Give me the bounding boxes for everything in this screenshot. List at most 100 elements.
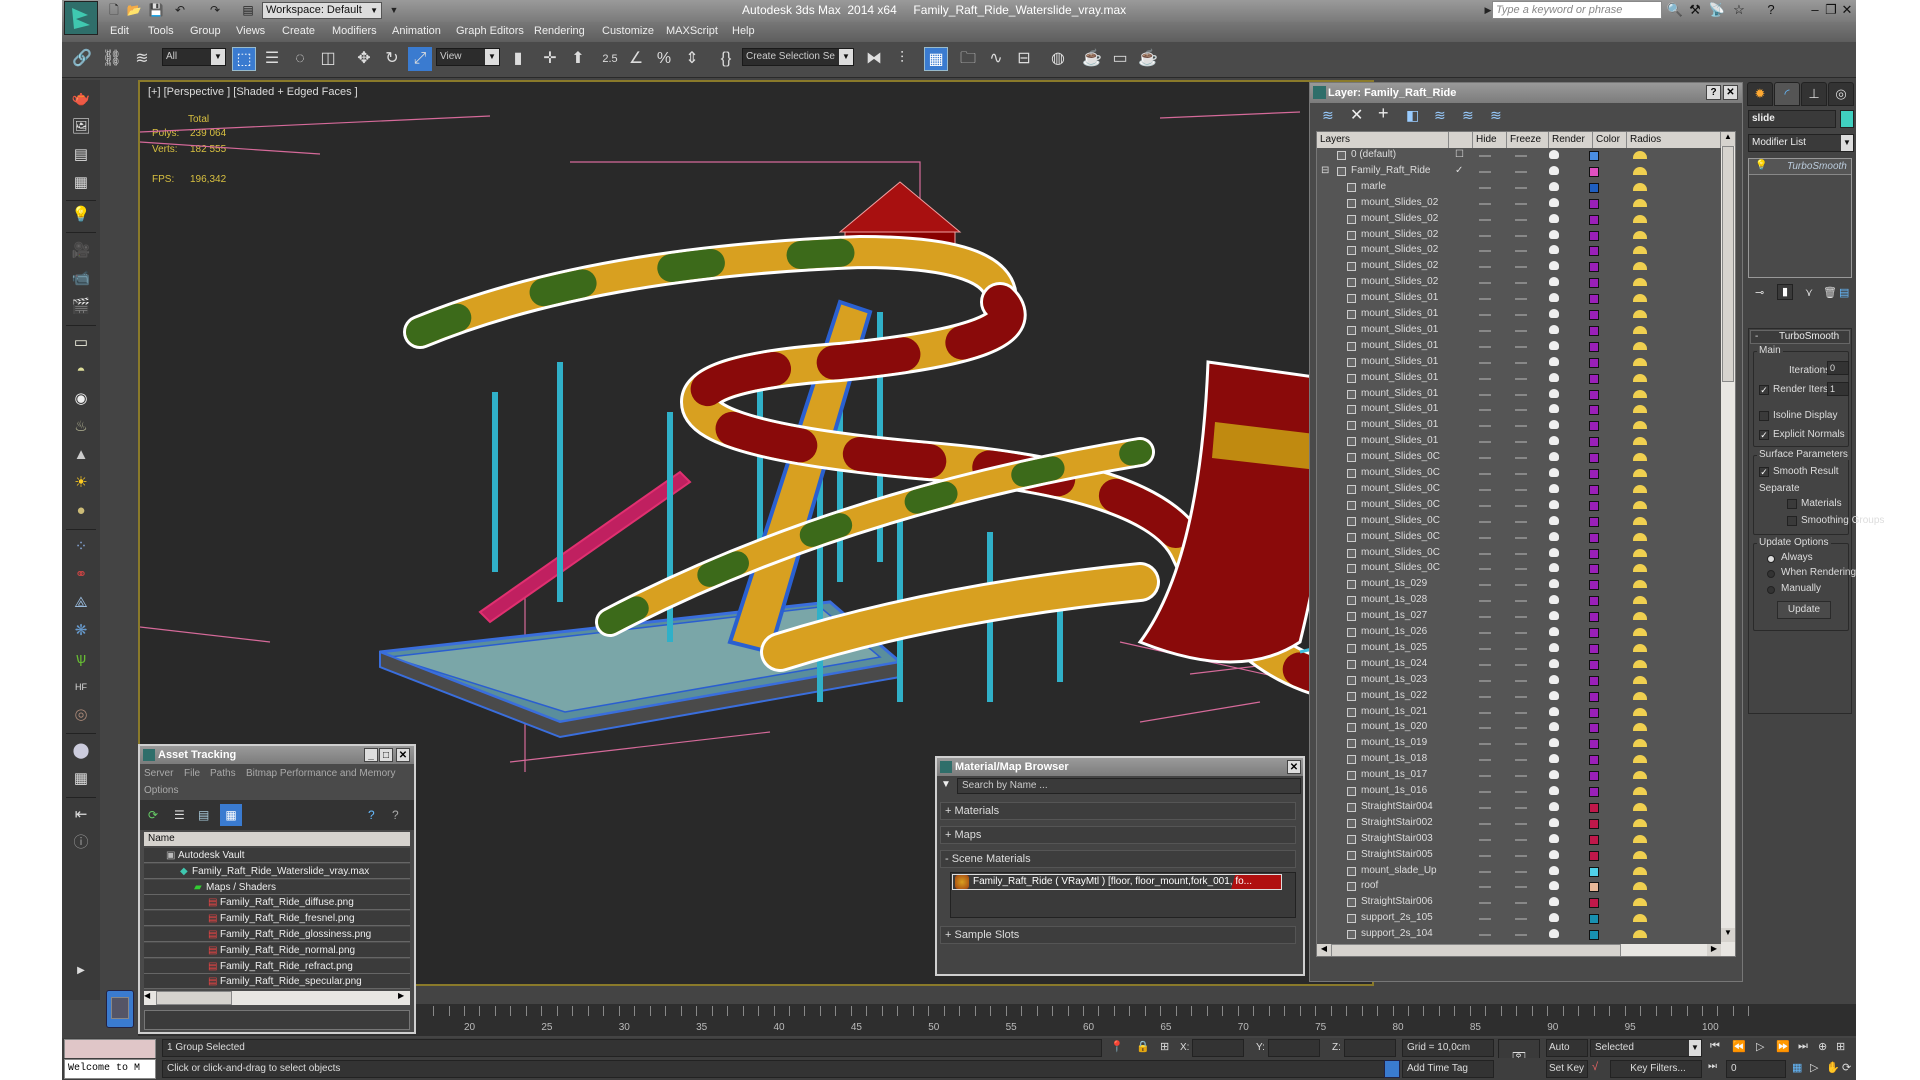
hide-toggle[interactable] (1479, 345, 1491, 348)
sun-icon[interactable]: ☀ (70, 472, 92, 494)
communication-center-icon[interactable]: 📡 (1708, 2, 1726, 18)
layer-row[interactable]: mount_Slides_01 (1317, 339, 1721, 355)
vault-help-icon[interactable]: ? (368, 808, 375, 822)
radiosity-icon[interactable] (1633, 612, 1647, 621)
radiosity-icon[interactable] (1633, 914, 1647, 923)
lock-selection-icon[interactable]: 🔒 (1136, 1040, 1150, 1053)
asset-row[interactable]: ▤ Family_Raft_Ride_fresnel.png (144, 911, 410, 927)
subscription-icon[interactable]: ⚒ (1686, 2, 1704, 18)
hide-toggle[interactable] (1479, 393, 1491, 396)
h-scrollbar-thumb[interactable] (156, 991, 232, 1005)
undo-icon[interactable]: ↶ (172, 3, 188, 17)
freeze-toggle[interactable] (1515, 186, 1527, 189)
named-selection-dropdown[interactable]: Create Selection Se ▼ (742, 48, 854, 66)
hierarchy-tab-icon[interactable]: ⊥ (1801, 82, 1827, 106)
layer-row[interactable]: mount_1s_021 (1317, 705, 1721, 721)
freeze-toggle[interactable] (1515, 314, 1527, 316)
goto-start-icon[interactable]: ⏮ (1710, 1040, 1720, 1053)
object-name-field[interactable]: slide (1748, 110, 1836, 128)
radiosity-icon[interactable] (1633, 437, 1647, 446)
freeze-toggle[interactable] (1515, 775, 1527, 778)
layer-color-swatch[interactable] (1589, 850, 1599, 861)
render-teapot-icon[interactable] (1549, 420, 1559, 430)
absolute-mode-icon[interactable]: ⊞ (1160, 1040, 1169, 1053)
maxscript-mini-listener[interactable]: Welcome to M (64, 1059, 156, 1079)
render-teapot-icon[interactable] (1549, 293, 1559, 303)
radiosity-icon[interactable] (1633, 246, 1647, 255)
pan-view-icon[interactable]: ✋ (1826, 1061, 1840, 1074)
radiosity-icon[interactable] (1633, 548, 1647, 557)
render-teapot-icon[interactable] (1549, 579, 1559, 589)
selection-filter-dropdown[interactable]: All ▼ (162, 48, 226, 66)
hide-toggle[interactable] (1479, 457, 1491, 460)
snaps-toggle-icon[interactable]: 2.5 (598, 47, 622, 71)
goto-end-icon[interactable]: ⏭ (1798, 1040, 1808, 1053)
previous-frame-icon[interactable]: ⏪ (1732, 1040, 1746, 1053)
set-current-checkbox[interactable]: ☐ (1455, 149, 1464, 160)
maps-section[interactable]: + Maps (940, 826, 1296, 844)
hide-toggle[interactable] (1479, 902, 1491, 905)
layer-color-swatch[interactable] (1589, 659, 1599, 670)
customize-qat-icon[interactable]: ▼ (386, 3, 402, 17)
motion-tab-icon[interactable]: ◎ (1828, 82, 1854, 106)
pin-stack-icon[interactable]: ⊸ (1755, 286, 1764, 299)
freeze-toggle[interactable] (1515, 679, 1527, 682)
radiosity-icon[interactable] (1633, 564, 1647, 573)
layer-row[interactable]: mount_1s_020 (1317, 720, 1721, 736)
hide-toggle[interactable] (1479, 250, 1491, 253)
scene-explorer-icon[interactable]: 🗀 (956, 47, 980, 71)
freeze-toggle[interactable] (1515, 568, 1527, 571)
layer-row[interactable]: mount_Slides_0C (1317, 546, 1721, 562)
layer-color-swatch[interactable] (1589, 787, 1599, 797)
make-unique-icon[interactable]: ⋎ (1805, 286, 1813, 299)
render-teapot-icon[interactable] (1549, 436, 1559, 446)
render-teapot-icon[interactable] (1549, 611, 1559, 621)
hide-toggle[interactable] (1479, 329, 1491, 332)
layer-color-swatch[interactable] (1589, 325, 1599, 336)
layer-row[interactable]: mount_Slides_02 (1317, 196, 1721, 212)
stack-item-turbosmooth[interactable]: 💡 TurboSmooth (1749, 159, 1851, 175)
radiosity-icon[interactable] (1633, 580, 1647, 589)
layer-row[interactable]: ⊟ Family_Raft_Ride ✓ (1317, 164, 1721, 180)
hide-toggle[interactable] (1479, 568, 1491, 571)
render-teapot-icon[interactable] (1549, 515, 1559, 525)
curve-editor-icon[interactable]: ∿ (984, 47, 1008, 71)
layer-color-swatch[interactable] (1589, 739, 1599, 750)
radiosity-icon[interactable] (1633, 866, 1647, 875)
list-view-icon[interactable]: ☰ (174, 808, 185, 822)
radiosity-icon[interactable] (1633, 834, 1647, 843)
freeze-toggle[interactable] (1515, 488, 1527, 491)
y-coordinate-field[interactable] (1268, 1039, 1320, 1057)
spinner-snap-icon[interactable]: ⇕ (680, 47, 704, 71)
play-icon[interactable]: ▷ (1756, 1040, 1764, 1053)
render-teapot-icon[interactable] (1549, 324, 1559, 334)
layer-row[interactable]: mount_Slides_01 (1317, 291, 1721, 307)
layer-row[interactable]: mount_Slides_02 (1317, 275, 1721, 291)
scrollbar-thumb[interactable] (1722, 146, 1734, 382)
menu-tools[interactable]: Tools (148, 25, 174, 37)
asset-row[interactable]: ▤ Family_Raft_Ride_glossiness.png (144, 927, 410, 942)
name-column-header[interactable]: Name (144, 832, 410, 846)
render-iters-checkbox[interactable]: ✓ (1759, 385, 1769, 395)
orbit-icon[interactable]: ⟳ (1842, 1061, 1851, 1074)
layer-row[interactable]: mount_Slides_01 (1317, 402, 1721, 418)
menu-maxscript[interactable]: MAXScript (666, 25, 718, 37)
layer-color-swatch[interactable] (1589, 262, 1599, 273)
radiosity-icon[interactable] (1633, 532, 1647, 541)
layer-row[interactable]: mount_Slides_01 (1317, 355, 1721, 371)
explicit-normals-checkbox[interactable]: ✓ (1759, 430, 1769, 440)
import-icon[interactable]: ⇤ (70, 804, 92, 826)
radiosity-icon[interactable] (1633, 151, 1647, 159)
time-tag-icon[interactable] (1384, 1060, 1400, 1078)
update-button[interactable]: Update (1777, 601, 1831, 619)
camera-target-icon[interactable]: 📹 (70, 268, 92, 290)
radiosity-icon[interactable] (1633, 643, 1647, 652)
asset-row[interactable]: ▤ Family_Raft_Ride_normal.png (144, 942, 410, 958)
select-objects-in-layer-icon[interactable]: ◧ (1406, 107, 1419, 124)
displacement-icon[interactable]: ◎ (70, 704, 92, 726)
radiosity-icon[interactable] (1633, 405, 1647, 414)
layer-color-swatch[interactable] (1589, 421, 1599, 432)
hide-toggle[interactable] (1479, 552, 1491, 555)
select-manipulate-icon[interactable]: ✛ (538, 47, 562, 71)
hide-toggle[interactable] (1479, 695, 1491, 698)
